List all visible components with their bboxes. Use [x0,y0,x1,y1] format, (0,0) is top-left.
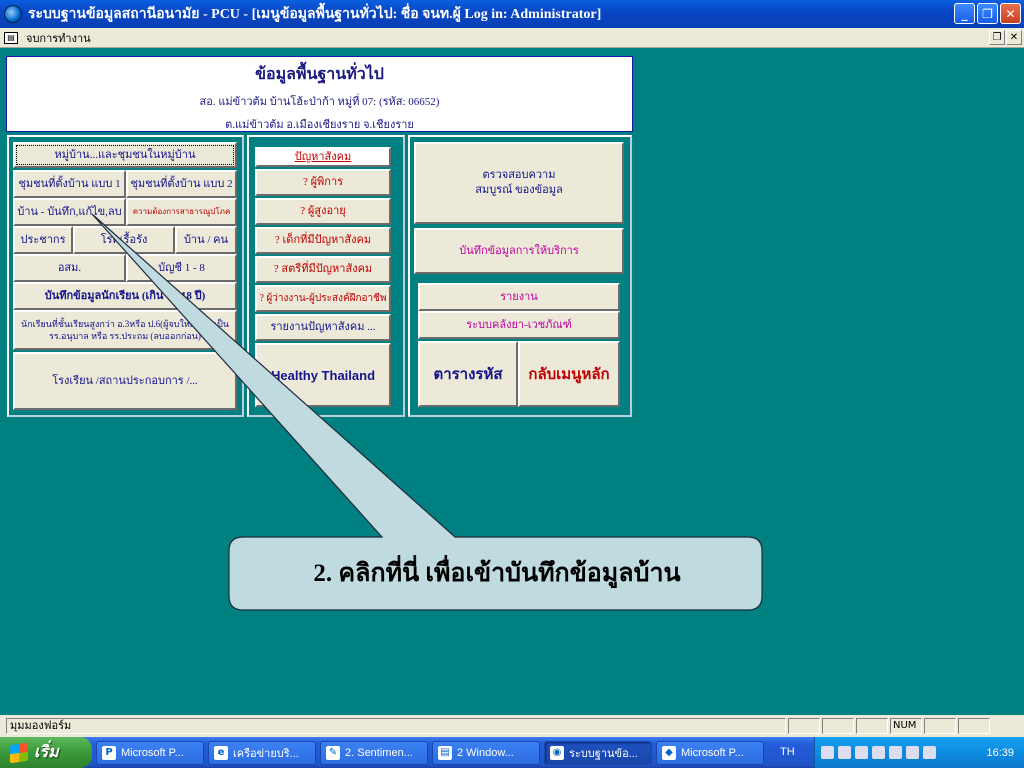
house-per-person-button[interactable]: บ้าน / คน [175,226,237,254]
check-completeness-button[interactable]: ตรวจสอบความสมบูรณ์ ของข้อมูล [414,142,624,224]
children-social-problem-button[interactable]: ? เด็กที่มีปัญหาสังคม [255,227,391,254]
form-icon: ▤ [4,31,18,44]
left-menu-group: หมู่บ้าน...และชุมชนในหมู่บ้าน ชุมชนที่ตั… [7,135,244,417]
powerpoint-icon: P [102,745,116,760]
tray-app-icon[interactable] [889,746,902,759]
women-social-problem-button[interactable]: ? สตรีที่มีปัญหาสังคม [255,256,391,283]
main-menu-button[interactable]: กลับเมนูหลัก [518,341,620,407]
house-record-button[interactable]: บ้าน - บันทึก,แก้ไข,ลบ [13,198,126,226]
maximize-button[interactable]: ❐ [977,3,998,24]
language-indicator[interactable]: TH [780,746,795,758]
page-title: ข้อมูลพื้นฐานทั่วไป [255,66,384,83]
population-button[interactable]: ประชากร [13,226,73,254]
status-panel [856,718,888,734]
window-controls: _ ❐ ✕ [954,3,1021,24]
tray-chevron-icon[interactable] [821,746,834,759]
taskbar-button-active[interactable]: ◉ ระบบฐานข้อ... [544,740,652,765]
disabled-button[interactable]: ? ผู้พิการ [255,169,391,196]
form-area: ข้อมูลพื้นฐานทั่วไป สอ. แม่ข้าวต้ม บ้านโ… [0,49,1024,715]
code-table-button[interactable]: ตารางรหัส [418,341,518,407]
osm-button[interactable]: อสม. [13,254,126,282]
station-info: สอ. แม่ข้าวต้ม บ้านโฮ้ะป่าก้า หมู่ที่ 07… [199,96,440,108]
status-bar: มุมมองฟอร์ม NUM [0,715,1024,737]
student-note: นักเรียนที่ชั้นเรียนสูงกว่า อ.3หรือ ป.6(… [13,310,237,350]
public-utility-need-button[interactable]: ความต้องการสาธารณูปโภค [126,198,237,226]
start-button[interactable]: เริ่ม [0,737,92,768]
community-type2-button[interactable]: ชุมชนที่ตั้งบ้าน แบบ 2 [126,170,237,198]
tray-security-icon[interactable] [872,746,885,759]
status-panel [822,718,854,734]
report-button[interactable]: รายงาน [418,283,620,311]
window-title: ระบบฐานข้อมูลสถานีอนามัย - PCU - [เมนูข้… [28,7,602,22]
village-button[interactable]: หมู่บ้าน...และชุมชนในหมู่บ้าน [13,142,237,168]
taskbar-button-label: ระบบฐานข้อ... [569,747,638,760]
mdi-restore-button[interactable]: ❐ [989,30,1005,45]
tray-volume-icon[interactable] [855,746,868,759]
taskbar-button[interactable]: ◆ Microsoft P... [656,740,764,765]
status-panel [958,718,990,734]
elderly-button[interactable]: ? ผู้สูงอายุ [255,198,391,225]
unemployed-button[interactable]: ? ผู้ว่างงาน-ผู้ประสงค์ฝึกอาชีพ [255,285,391,312]
healthy-thailand-button[interactable]: Healthy Thailand [255,343,391,407]
status-panel [788,718,820,734]
mdi-controls: ❐ ✕ [989,30,1022,45]
folder-icon: ▤ [438,745,452,760]
service-record-button[interactable]: บันทึกข้อมูลการให้บริการ [414,228,624,274]
school-button[interactable]: โรงเรียน /สถานประกอบการ /... [13,352,237,410]
app-icon: ◆ [662,745,676,760]
globe-icon [4,5,22,23]
tray-antivirus-icon[interactable] [906,746,919,759]
document-icon: ✎ [326,745,340,760]
browser-icon: e [214,745,228,760]
taskbar-button[interactable]: P Microsoft P... [96,740,204,765]
community-type1-button[interactable]: ชุมชนที่ตั้งบ้าน แบบ 1 [13,170,126,198]
globe-icon: ◉ [550,745,564,760]
right-menu-group: ตรวจสอบความสมบูรณ์ ของข้อมูล บันทึกข้อมู… [408,135,632,417]
close-button[interactable]: ✕ [1000,3,1021,24]
location-info: ต.แม่ข้าวต้ม อ.เมืองเชียงราย จ.เชียงราย [225,119,414,131]
num-lock-indicator: NUM [890,718,922,734]
tray-network-icon[interactable] [838,746,851,759]
status-panel [924,718,956,734]
taskbar-button[interactable]: e เครือข่ายบริ... [208,740,316,765]
social-problems-link[interactable]: ปัญหาสังคม [255,147,391,167]
menu-exit[interactable]: จบการทำงาน [26,29,91,47]
windows-logo-icon [10,742,28,763]
taskbar-button-label: 2 Window... [457,746,514,759]
tray-display-icon[interactable] [923,746,936,759]
minimize-button[interactable]: _ [954,3,975,24]
window-title-bar[interactable]: ระบบฐานข้อมูลสถานีอนามัย - PCU - [เมนูข้… [0,0,1024,28]
system-tray: 16:39 [814,737,1024,768]
mdi-close-button[interactable]: ✕ [1006,30,1022,45]
taskbar-button[interactable]: ✎ 2. Sentimen... [320,740,428,765]
header-panel: ข้อมูลพื้นฐานทั่วไป สอ. แม่ข้าวต้ม บ้านโ… [6,56,633,132]
taskbar: เริ่ม P Microsoft P... e เครือข่ายบริ...… [0,737,1024,768]
taskbar-button[interactable]: ▤ 2 Window... [432,740,540,765]
status-text: มุมมองฟอร์ม [6,718,786,734]
taskbar-button-label: 2. Sentimen... [345,746,413,759]
account-1-8-button[interactable]: บัญชี 1 - 8 [126,254,237,282]
start-label: เริ่ม [34,744,59,761]
taskbar-button-label: Microsoft P... [121,746,184,759]
student-record-button[interactable]: บันทึกข้อมูลนักเรียน (เกิน 6 - 18 ปี) [13,282,237,310]
taskbar-button-label: เครือข่ายบริ... [233,747,299,760]
chronic-disease-button[interactable]: โรคเรื้อรัง [73,226,175,254]
taskbar-button-label: Microsoft P... [681,746,744,759]
menu-bar: ▤ จบการทำงาน ❐ ✕ [0,28,1024,48]
clock[interactable]: 16:39 [986,747,1014,759]
social-problem-report-button[interactable]: รายงานปัญหาสังคม ... [255,314,391,341]
social-problem-group: ปัญหาสังคม ? ผู้พิการ ? ผู้สูงอายุ ? เด็… [247,135,405,417]
drug-supply-button[interactable]: ระบบคลังยา-เวชภัณฑ์ [418,311,620,339]
